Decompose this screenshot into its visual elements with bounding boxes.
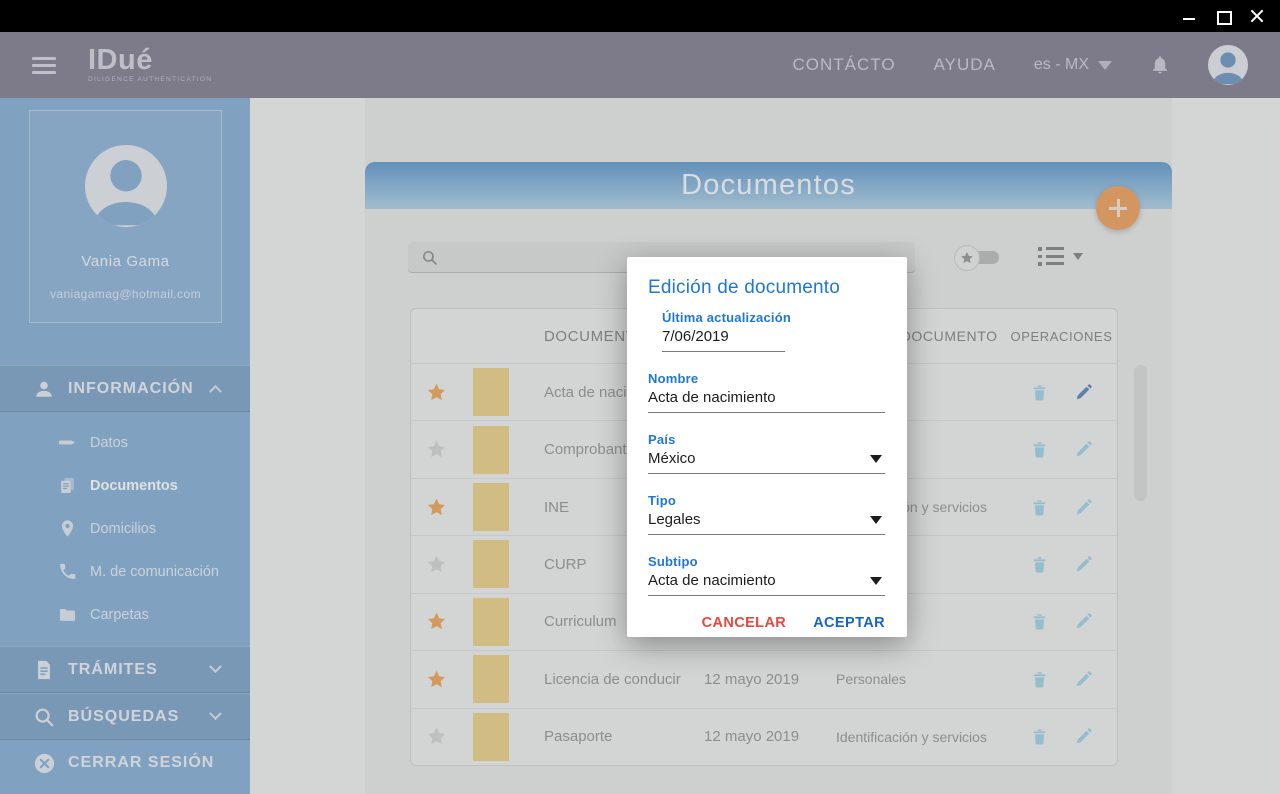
last-updated-input[interactable]: 7/06/2019 — [662, 328, 785, 352]
minimize-button[interactable] — [1182, 9, 1196, 23]
field-label: País — [648, 432, 885, 447]
last-updated-field: Última actualización 7/06/2019 — [662, 310, 885, 352]
field-label: Nombre — [648, 371, 885, 386]
close-button[interactable] — [1250, 9, 1264, 23]
type-select[interactable]: Legales — [648, 511, 885, 535]
field-label: Tipo — [648, 493, 885, 508]
subtype-field: Subtipo Acta de nacimiento — [648, 554, 885, 596]
name-field: Nombre Acta de nacimiento — [648, 371, 885, 413]
country-select[interactable]: México — [648, 450, 885, 474]
cancel-button[interactable]: CANCELAR — [702, 615, 787, 631]
edit-document-modal: Edición de documento Última actualizació… — [627, 257, 907, 637]
type-field: Tipo Legales — [648, 493, 885, 535]
field-label: Subtipo — [648, 554, 885, 569]
maximize-button[interactable] — [1216, 9, 1230, 23]
field-label: Última actualización — [662, 310, 885, 325]
name-input[interactable]: Acta de nacimiento — [648, 389, 885, 413]
modal-title: Edición de documento — [648, 277, 885, 299]
subtype-select[interactable]: Acta de nacimiento — [648, 572, 885, 596]
window-titlebar — [0, 0, 1280, 32]
accept-button[interactable]: ACEPTAR — [813, 615, 885, 631]
country-field: País México — [648, 432, 885, 474]
